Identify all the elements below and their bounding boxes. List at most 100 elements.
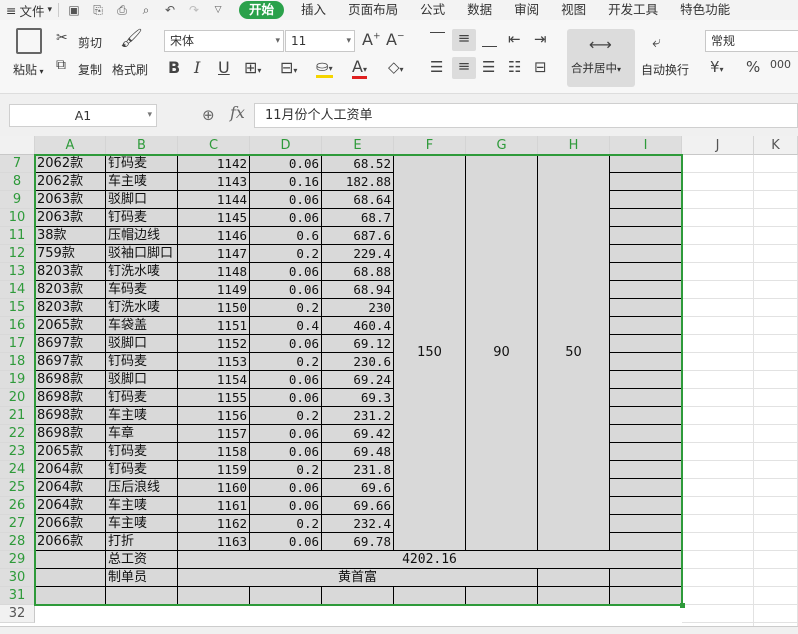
table-cell[interactable]: 68.94 bbox=[322, 281, 394, 299]
maker-value[interactable]: 黄首富 bbox=[178, 569, 538, 587]
grid-cell[interactable] bbox=[754, 335, 798, 353]
grid-cell[interactable] bbox=[754, 209, 798, 227]
table-cell[interactable]: 0.06 bbox=[250, 479, 322, 497]
table-cell[interactable]: 1143 bbox=[178, 173, 250, 191]
table-cell[interactable]: 车主唛 bbox=[106, 515, 178, 533]
grid-cell[interactable] bbox=[682, 263, 754, 281]
copy-icon[interactable]: ⧉ bbox=[56, 57, 66, 73]
grid-cell[interactable] bbox=[754, 353, 798, 371]
row-header[interactable]: 11 bbox=[0, 227, 35, 245]
grid-cell[interactable] bbox=[682, 299, 754, 317]
table-cell[interactable]: 8203款 bbox=[35, 263, 106, 281]
italic-icon[interactable]: I bbox=[194, 58, 200, 77]
print-icon[interactable]: ⎙ bbox=[113, 3, 131, 18]
table-cell[interactable]: 0.06 bbox=[250, 209, 322, 227]
table-cell[interactable]: 2064款 bbox=[35, 479, 106, 497]
tab-5[interactable]: 审阅 bbox=[503, 0, 550, 20]
total-value[interactable]: 4202.16 bbox=[178, 551, 682, 569]
table-cell[interactable] bbox=[610, 155, 682, 173]
table-cell[interactable]: 2063款 bbox=[35, 191, 106, 209]
decrease-indent-icon[interactable]: ⇤ bbox=[508, 30, 521, 48]
grid-cell[interactable] bbox=[754, 191, 798, 209]
grid-cell[interactable] bbox=[754, 263, 798, 281]
table-cell[interactable]: 0.06 bbox=[250, 443, 322, 461]
column-header-I[interactable]: I bbox=[610, 136, 682, 155]
table-cell[interactable] bbox=[610, 281, 682, 299]
wrap-text-icon[interactable]: ⤶ bbox=[652, 32, 661, 52]
table-cell[interactable]: 1160 bbox=[178, 479, 250, 497]
row-header[interactable]: 12 bbox=[0, 245, 35, 263]
table-cell[interactable]: 2066款 bbox=[35, 515, 106, 533]
wrap-text-button[interactable]: 自动换行 bbox=[641, 61, 689, 78]
table-cell[interactable]: 1163 bbox=[178, 533, 250, 551]
table-cell[interactable]: 1148 bbox=[178, 263, 250, 281]
table-cell[interactable] bbox=[610, 263, 682, 281]
format-painter-button[interactable]: 格式刷 bbox=[112, 61, 148, 78]
table-cell[interactable]: 2062款 bbox=[35, 155, 106, 173]
column-header-H[interactable]: H bbox=[538, 136, 610, 155]
table-cell[interactable]: 0.06 bbox=[250, 335, 322, 353]
spreadsheet-grid[interactable]: A B C D E F G H I J K 7 2062款 钉码麦 1142 0.06 68.52 8 2062款车… bbox=[0, 136, 798, 634]
table-cell[interactable]: 0.06 bbox=[250, 389, 322, 407]
percent-icon[interactable]: % bbox=[746, 58, 760, 76]
table-cell[interactable]: 车主唛 bbox=[106, 407, 178, 425]
table-cell[interactable]: 1149 bbox=[178, 281, 250, 299]
increase-font-icon[interactable]: A+ bbox=[362, 30, 381, 49]
distributed-icon[interactable]: ⊟ bbox=[534, 58, 547, 76]
table-cell[interactable]: 车章 bbox=[106, 425, 178, 443]
number-format-select[interactable]: 常规 bbox=[705, 30, 798, 52]
table-cell[interactable]: 2066款 bbox=[35, 533, 106, 551]
table-cell[interactable] bbox=[610, 479, 682, 497]
table-cell[interactable]: 1155 bbox=[178, 389, 250, 407]
row-header[interactable]: 25 bbox=[0, 479, 35, 497]
border-icon[interactable]: ⊞▾ bbox=[244, 58, 261, 77]
grid-cell[interactable] bbox=[682, 479, 754, 497]
font-name-select[interactable]: 宋体 ▾ bbox=[164, 30, 284, 52]
table-cell[interactable] bbox=[610, 317, 682, 335]
name-box[interactable]: A1 ▾ bbox=[9, 104, 157, 127]
tab-1[interactable]: 插入 bbox=[290, 0, 337, 20]
grid-cell[interactable] bbox=[754, 479, 798, 497]
align-right-icon[interactable]: ☰ bbox=[482, 58, 495, 76]
table-cell[interactable]: 车主唛 bbox=[106, 173, 178, 191]
table-cell[interactable]: 2065款 bbox=[35, 317, 106, 335]
grid-cell[interactable] bbox=[754, 425, 798, 443]
grid-cell[interactable] bbox=[682, 461, 754, 479]
undo-icon[interactable]: ↶ bbox=[161, 3, 179, 17]
table-cell[interactable]: 钉码麦 bbox=[106, 155, 178, 173]
table-cell[interactable]: 68.52 bbox=[322, 155, 394, 173]
table-cell[interactable]: 8203款 bbox=[35, 299, 106, 317]
table-cell[interactable] bbox=[610, 299, 682, 317]
table-cell[interactable]: 8698款 bbox=[35, 407, 106, 425]
table-cell[interactable]: 1142 bbox=[178, 155, 250, 173]
table-cell[interactable]: 232.4 bbox=[322, 515, 394, 533]
row-header[interactable]: 13 bbox=[0, 263, 35, 281]
table-cell[interactable]: 钉洗水唛 bbox=[106, 263, 178, 281]
align-top-icon[interactable]: ⎺ bbox=[430, 30, 445, 48]
column-header-F[interactable]: F bbox=[394, 136, 466, 155]
grid-cell[interactable] bbox=[682, 173, 754, 191]
table-cell[interactable]: 1157 bbox=[178, 425, 250, 443]
tab-3[interactable]: 公式 bbox=[409, 0, 456, 20]
row-header[interactable]: 9 bbox=[0, 191, 35, 209]
row-header[interactable]: 28 bbox=[0, 533, 35, 551]
table-cell[interactable]: 0.06 bbox=[250, 533, 322, 551]
table-cell[interactable]: 压帽边线 bbox=[106, 227, 178, 245]
row-header[interactable]: 17 bbox=[0, 335, 35, 353]
grid-cell[interactable] bbox=[754, 551, 798, 569]
grid-cell[interactable] bbox=[682, 353, 754, 371]
table-cell[interactable]: 车袋盖 bbox=[106, 317, 178, 335]
table-cell[interactable]: 驳脚口 bbox=[106, 191, 178, 209]
table-cell[interactable]: 230 bbox=[322, 299, 394, 317]
table-cell[interactable]: 钉码麦 bbox=[106, 353, 178, 371]
table-cell[interactable]: 0.2 bbox=[250, 407, 322, 425]
format-painter-icon[interactable]: 🖌 bbox=[120, 28, 143, 49]
table-cell[interactable] bbox=[610, 227, 682, 245]
table-cell[interactable]: 0.2 bbox=[250, 299, 322, 317]
grid-cell[interactable] bbox=[754, 605, 798, 623]
scissors-icon[interactable]: ✂ bbox=[56, 30, 68, 46]
table-cell[interactable]: 69.12 bbox=[322, 335, 394, 353]
table-cell[interactable] bbox=[610, 353, 682, 371]
table-cell[interactable]: 8698款 bbox=[35, 389, 106, 407]
table-cell[interactable]: 0.6 bbox=[250, 227, 322, 245]
